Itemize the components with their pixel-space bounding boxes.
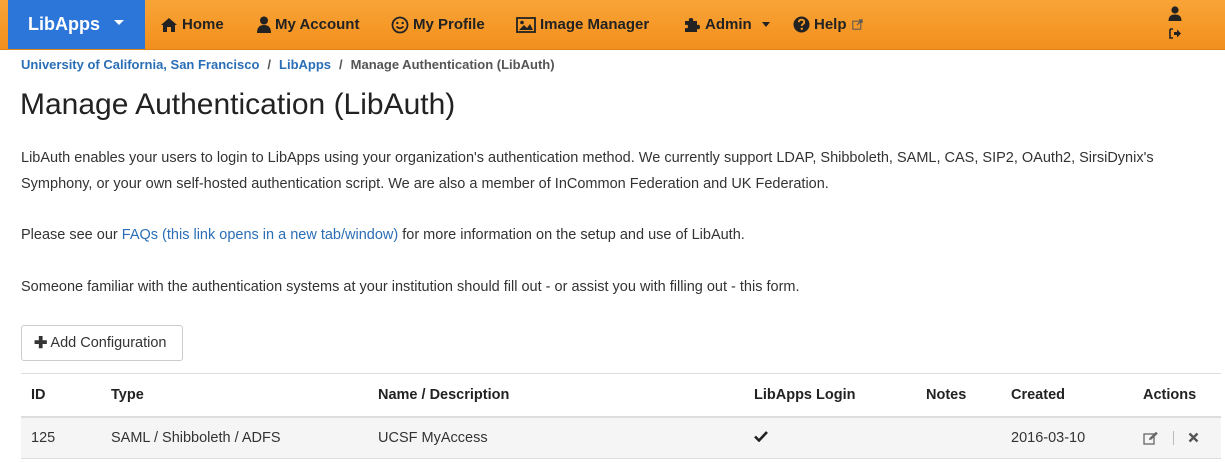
header-id: ID: [21, 373, 101, 418]
user-icon: [257, 16, 271, 33]
user-icon: [1168, 6, 1182, 21]
nav-my-profile-label: My Profile: [413, 16, 485, 33]
table-row: 125 SAML / Shibboleth / ADFS UCSF MyAcce…: [21, 416, 1221, 459]
action-divider: [1173, 430, 1175, 445]
header-libapps-login: LibApps Login: [744, 373, 916, 418]
cell-type: SAML / Shibboleth / ADFS: [101, 416, 368, 459]
plus-icon: ✚: [34, 335, 48, 352]
image-icon: [516, 16, 536, 33]
page-title: Manage Authentication (LibAuth): [20, 88, 456, 121]
nav-help[interactable]: Help: [793, 0, 867, 49]
delete-button[interactable]: [1188, 432, 1199, 443]
nav-home[interactable]: Home: [160, 0, 224, 49]
faq-prefix: Please see our: [21, 227, 122, 243]
check-icon: [754, 430, 768, 443]
nav-image-manager[interactable]: Image Manager: [516, 0, 649, 49]
header-created: Created: [1001, 373, 1133, 418]
breadcrumb: University of California, San Francisco /…: [21, 57, 555, 75]
close-icon: [1188, 433, 1199, 443]
nav-image-manager-label: Image Manager: [540, 16, 650, 33]
edit-icon: [1143, 431, 1158, 445]
breadcrumb-separator: /: [267, 57, 272, 72]
nav-my-profile[interactable]: My Profile: [391, 0, 485, 49]
add-configuration-button[interactable]: ✚ Add Configuration: [21, 325, 183, 361]
header-actions: Actions: [1133, 373, 1221, 418]
cell-id: 125: [21, 416, 101, 459]
header-type: Type: [101, 373, 368, 418]
caret-down-icon: [114, 20, 124, 25]
top-navbar: LibApps Home My Account My Profile Image: [0, 0, 1225, 50]
cell-actions: [1133, 416, 1221, 459]
nav-admin-dropdown[interactable]: Admin: [683, 0, 770, 49]
puzzle-icon: [685, 18, 700, 32]
notice-paragraph: Someone familiar with the authentication…: [21, 279, 800, 295]
nav-admin-label: Admin: [705, 16, 752, 33]
nav-home-label: Home: [182, 16, 224, 33]
add-configuration-label: Add Configuration: [50, 335, 167, 351]
header-name: Name / Description: [368, 373, 744, 418]
configurations-table: ID Type Name / Description LibApps Login…: [21, 373, 1221, 459]
cell-notes: [916, 416, 1001, 459]
breadcrumb-org-link[interactable]: University of California, San Francisco: [21, 57, 259, 72]
faq-paragraph: Please see our FAQs (this link opens in …: [21, 222, 1211, 248]
external-link-icon: [851, 19, 863, 30]
brand-menu-button[interactable]: LibApps: [8, 0, 145, 49]
sign-out-icon: [1169, 28, 1181, 39]
nav-my-account[interactable]: My Account: [257, 0, 359, 49]
brand-label: LibApps: [28, 14, 100, 34]
breadcrumb-separator: /: [339, 57, 343, 72]
question-circle-icon: [793, 16, 810, 33]
nav-my-account-label: My Account: [275, 16, 360, 33]
faq-link[interactable]: FAQs (this link opens in a new tab/windo…: [122, 227, 398, 243]
cell-created: 2016-03-10: [1001, 416, 1133, 459]
cell-libapps-login: [744, 416, 916, 459]
smile-icon: [391, 16, 409, 33]
nav-help-label: Help: [814, 16, 847, 33]
intro-paragraph: LibAuth enables your users to login to L…: [21, 150, 1154, 192]
faq-suffix: for more information on the setup and us…: [398, 227, 745, 243]
edit-button[interactable]: [1143, 431, 1159, 445]
breadcrumb-current: Manage Authentication (LibAuth): [350, 57, 555, 72]
caret-down-icon: [761, 22, 770, 27]
table-header-row: ID Type Name / Description LibApps Login…: [21, 373, 1221, 418]
user-menu-button[interactable]: [1164, 6, 1186, 44]
cell-name: UCSF MyAccess: [368, 416, 744, 459]
header-notes: Notes: [916, 373, 1001, 418]
breadcrumb-libapps-link[interactable]: LibApps: [279, 57, 331, 72]
home-icon: [161, 17, 177, 32]
